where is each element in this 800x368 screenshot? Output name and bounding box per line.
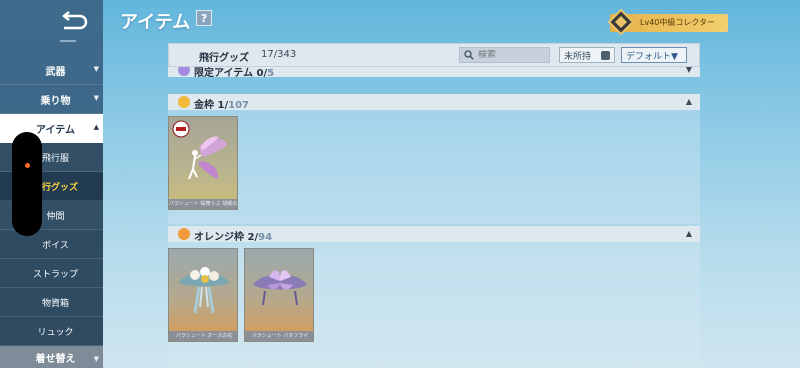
dots-icon <box>60 40 76 42</box>
filter-bar: 飛行グッズ 17/343 未所持 デフォルト▼ <box>168 43 700 67</box>
sidebar-item-label: アイテム <box>36 124 75 136</box>
sidebar-item-label: リュック <box>37 327 74 338</box>
back-icon[interactable] <box>58 10 88 30</box>
sort-label: デフォルト▼ <box>626 51 678 62</box>
section-owned: 0/ <box>256 68 268 77</box>
help-icon[interactable]: ? <box>196 10 212 26</box>
collapse-toggle-icon[interactable]: ▼ <box>686 67 692 74</box>
rank-emblem-icon <box>608 9 634 35</box>
collapse-toggle-icon[interactable]: ▲ <box>686 229 692 238</box>
collector-rank-badge[interactable]: Lv40中級コレクター <box>608 9 728 35</box>
sidebar-item-label: ストラップ <box>32 269 78 280</box>
parachute-butterfly-image <box>253 270 307 306</box>
section-header-orange[interactable]: オレンジ枠 2/94 ▲ <box>168 226 700 243</box>
item-caption: パラシュート オースの花 <box>169 331 237 341</box>
sidebar-item-strap[interactable]: ストラップ <box>0 259 103 288</box>
collapse-toggle-icon[interactable]: ▲ <box>686 97 692 106</box>
limited-frame-icon <box>178 67 190 76</box>
camera-notch <box>12 132 42 236</box>
search-box[interactable] <box>459 47 550 63</box>
category-count: 17/343 <box>261 49 297 60</box>
chevron-down-icon: ▼ <box>93 355 99 363</box>
chevron-down-icon: ▼ <box>93 94 99 102</box>
section-title: オレンジ枠 2/94 <box>194 228 272 243</box>
section-total: 5 <box>267 68 275 77</box>
sidebar-item-label: 飛行服 <box>41 153 69 164</box>
unowned-label: 未所持 <box>564 51 592 62</box>
item-caption: パラシュート 桜舞うぶ 胡蝶の翅 <box>169 199 238 209</box>
search-icon <box>464 50 474 60</box>
gold-frame-icon <box>178 96 190 108</box>
sidebar-item-label: 着せ替え <box>35 353 76 365</box>
chevron-down-icon: ▼ <box>93 65 99 73</box>
item-card[interactable]: パラシュート バタフライ <box>244 248 314 342</box>
unowned-filter-toggle[interactable]: 未所持 <box>559 47 615 63</box>
sidebar-item-weapons[interactable]: 武器 ▼ <box>0 56 103 85</box>
sidebar-item-vehicles[interactable]: 乗り物 ▼ <box>0 85 103 114</box>
sidebar-item-label: ボイス <box>42 240 69 251</box>
sidebar-item-voice[interactable]: ボイス <box>0 230 103 259</box>
parachute-flower-image <box>179 267 229 314</box>
sort-dropdown[interactable]: デフォルト▼ <box>621 47 687 63</box>
sidebar-item-label: 仲間 <box>46 211 65 222</box>
chevron-up-icon: ▲ <box>93 123 99 131</box>
checkbox-icon <box>601 51 610 60</box>
section-header-gold[interactable]: 金枠 1/107 ▲ <box>168 94 700 111</box>
item-card[interactable]: パラシュート オースの花 <box>168 248 238 342</box>
orange-frame-icon <box>178 228 190 240</box>
section-body-orange: パラシュート オースの花 パラシュート バタフライ <box>168 242 700 368</box>
sidebar-item-label: 乗り物 <box>40 95 71 107</box>
sidebar-item-supply-box[interactable]: 物資箱 <box>0 288 103 317</box>
rank-label: Lv40中級コレクター <box>640 18 716 27</box>
section-body-gold: パラシュート 桜舞うぶ 胡蝶の翅 <box>168 110 700 224</box>
section-header-limited[interactable]: 限定アイテム 0/5 ▼ <box>168 67 700 77</box>
sidebar-item-label: 武器 <box>45 66 66 78</box>
collab-logo-icon <box>172 120 190 138</box>
page-title: アイテム <box>120 12 191 33</box>
category-title: 飛行グッズ <box>199 53 249 64</box>
item-caption: パラシュート バタフライ <box>245 331 313 341</box>
item-card[interactable]: パラシュート 桜舞うぶ 胡蝶の翅 <box>168 116 238 210</box>
section-name: 限定アイテム <box>194 68 253 77</box>
search-input[interactable] <box>478 50 548 60</box>
notification-dot <box>25 163 30 168</box>
sidebar-item-backpack[interactable]: リュック <box>0 317 103 346</box>
section-title: 限定アイテム 0/5 <box>194 67 274 77</box>
sidebar-item-dress-up[interactable]: 着せ替え ▼ <box>0 346 103 368</box>
sidebar-item-label: 物資箱 <box>41 298 69 309</box>
section-title: 金枠 1/107 <box>194 96 249 111</box>
